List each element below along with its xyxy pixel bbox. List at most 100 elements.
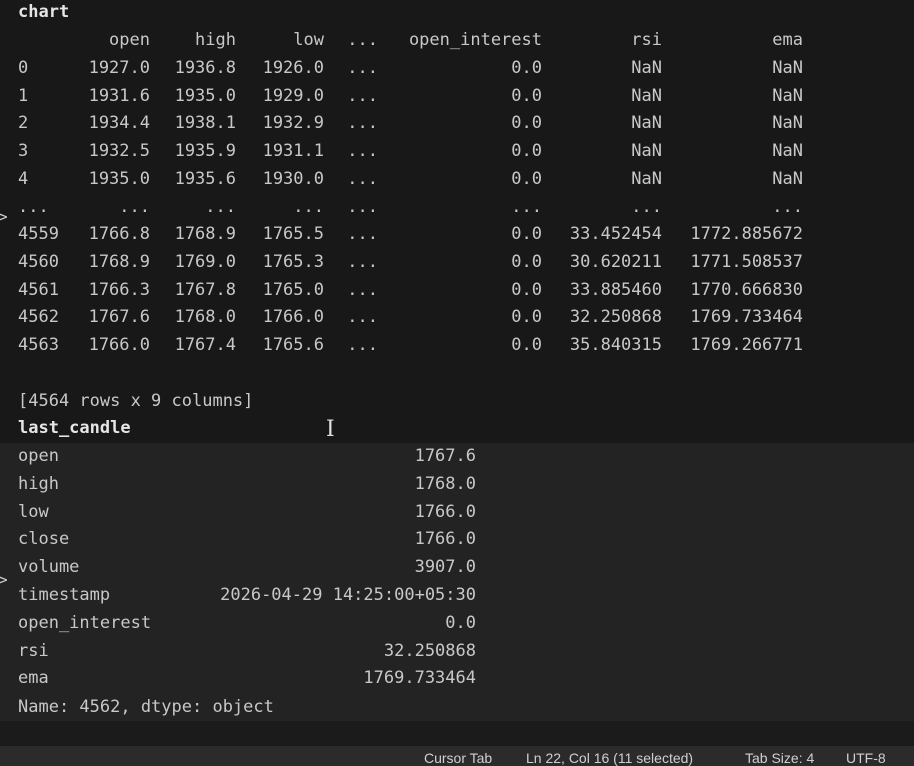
series-key: open <box>18 446 59 466</box>
cell-open-interest: 0.0 <box>511 335 542 355</box>
cell-low: 1765.5 <box>262 224 324 245</box>
cell-ellipsis: ... <box>347 335 378 355</box>
series-value: 32.250868 <box>383 640 476 661</box>
series-footer-text: Name: 4562, dtype: object <box>18 697 274 717</box>
cell-high: 1935.6 <box>174 168 236 189</box>
cursor-tab-status[interactable]: Cursor Tab <box>424 750 492 766</box>
series-value: 1766.0 <box>414 501 476 522</box>
row-index: 4559 <box>18 224 59 245</box>
cell-rsi: 35.840315 <box>569 335 662 355</box>
cell-open: 1766.8 <box>88 224 150 245</box>
cell-ema: 1770.666830 <box>690 279 803 300</box>
series-value: 1766.0 <box>414 529 476 550</box>
last-candle-variable-label: last_candle <box>18 418 131 438</box>
column-header-open: open <box>109 30 150 50</box>
tab-size-status[interactable]: Tab Size: 4 <box>745 750 814 766</box>
cell-ema: NaN <box>772 58 803 78</box>
cell-open-interest: 0.0 <box>511 113 542 134</box>
series-value: 0.0 <box>445 612 476 633</box>
row-index: 4563 <box>18 335 59 355</box>
cell-open: 1934.4 <box>88 113 150 134</box>
cell-high: 1767.4 <box>174 335 236 355</box>
cell-high: 1935.0 <box>174 85 236 106</box>
cell-open: 1766.0 <box>88 335 150 355</box>
line-column-status[interactable]: Ln 22, Col 16 (11 selected) <box>526 750 693 766</box>
cell-open-interest: ... <box>511 196 542 217</box>
cell-open-interest: 0.0 <box>511 141 542 162</box>
cell-open-interest: 0.0 <box>511 85 542 106</box>
cell-ema: 1769.266771 <box>690 335 803 355</box>
column-header-open-interest: open_interest <box>408 30 542 50</box>
row-index: 4 <box>18 168 29 189</box>
row-index: ... <box>18 196 49 217</box>
cell-low: 1765.6 <box>262 335 324 355</box>
text-cursor-ibeam-icon: I <box>326 417 335 442</box>
cell-low: ... <box>293 196 324 217</box>
dataframe-shape-text: [4564 rows x 9 columns] <box>18 391 254 411</box>
cell-rsi: 33.452454 <box>569 224 662 245</box>
cell-open: ... <box>119 196 150 217</box>
row-index: 4562 <box>18 307 59 328</box>
row-index: 2 <box>18 113 29 134</box>
series-key: ema <box>18 668 49 689</box>
cell-low: 1766.0 <box>262 307 324 328</box>
cell-open: 1931.6 <box>88 85 150 106</box>
column-header-ellipsis: ... <box>347 30 378 50</box>
column-header-low: low <box>293 30 324 50</box>
cell-ellipsis: ... <box>347 168 378 189</box>
series-key: low <box>18 501 49 522</box>
cell-open: 1935.0 <box>88 168 150 189</box>
cell-ellipsis: ... <box>347 307 378 328</box>
chart-variable-label: chart <box>18 2 70 22</box>
cell-open-interest: 0.0 <box>511 307 542 328</box>
cell-ema: NaN <box>772 168 803 189</box>
row-index: 1 <box>18 85 29 106</box>
cell-open-interest: 0.0 <box>511 224 542 245</box>
cell-high: 1768.0 <box>174 307 236 328</box>
cell-ema: NaN <box>772 141 803 162</box>
cell-ema: NaN <box>772 85 803 106</box>
cell-ema: 1769.733464 <box>690 307 803 328</box>
cell-high: 1938.1 <box>174 113 236 134</box>
cell-high: ... <box>205 196 236 217</box>
series-value: 1769.733464 <box>363 668 476 689</box>
cell-rsi: ... <box>631 196 662 217</box>
cell-rsi: NaN <box>631 113 662 134</box>
series-value: 1768.0 <box>414 473 476 494</box>
cell-open: 1927.0 <box>88 58 150 78</box>
series-key: timestamp <box>18 585 111 605</box>
series-key: rsi <box>18 640 49 661</box>
series-value: 2026-04-29 14:25:00+05:30 <box>220 585 476 605</box>
cell-ema: NaN <box>772 113 803 134</box>
cell-low: 1931.1 <box>262 141 324 162</box>
cell-ellipsis: ... <box>347 196 378 217</box>
cell-open: 1767.6 <box>88 307 150 328</box>
cell-low: 1930.0 <box>262 168 324 189</box>
fold-chevron-icon[interactable]: > <box>0 570 8 589</box>
series-key: open_interest <box>18 612 152 633</box>
cell-open: 1768.9 <box>88 251 150 272</box>
series-key: high <box>18 473 59 494</box>
column-header-rsi: rsi <box>631 30 662 50</box>
fold-chevron-icon[interactable]: > <box>0 207 8 226</box>
cell-ellipsis: ... <box>347 224 378 245</box>
series-value: 3907.0 <box>414 557 476 578</box>
cell-high: 1768.9 <box>174 224 236 245</box>
row-index: 4561 <box>18 279 59 300</box>
cell-open: 1932.5 <box>88 141 150 162</box>
row-index: 0 <box>18 58 29 78</box>
cell-rsi: 32.250868 <box>569 307 662 328</box>
row-index: 4560 <box>18 251 59 272</box>
cell-ellipsis: ... <box>347 85 378 106</box>
status-bar: Cursor Tab Ln 22, Col 16 (11 selected) T… <box>0 746 914 766</box>
cell-ellipsis: ... <box>347 113 378 134</box>
cell-ema: 1771.508537 <box>690 251 803 272</box>
terminal-input-line[interactable] <box>0 721 914 746</box>
cell-open-interest: 0.0 <box>511 251 542 272</box>
cell-ellipsis: ... <box>347 279 378 300</box>
cell-high: 1769.0 <box>174 251 236 272</box>
cell-open: 1766.3 <box>88 279 150 300</box>
cell-ema: 1772.885672 <box>690 224 803 245</box>
encoding-status[interactable]: UTF-8 <box>846 750 886 766</box>
cell-high: 1935.9 <box>174 141 236 162</box>
